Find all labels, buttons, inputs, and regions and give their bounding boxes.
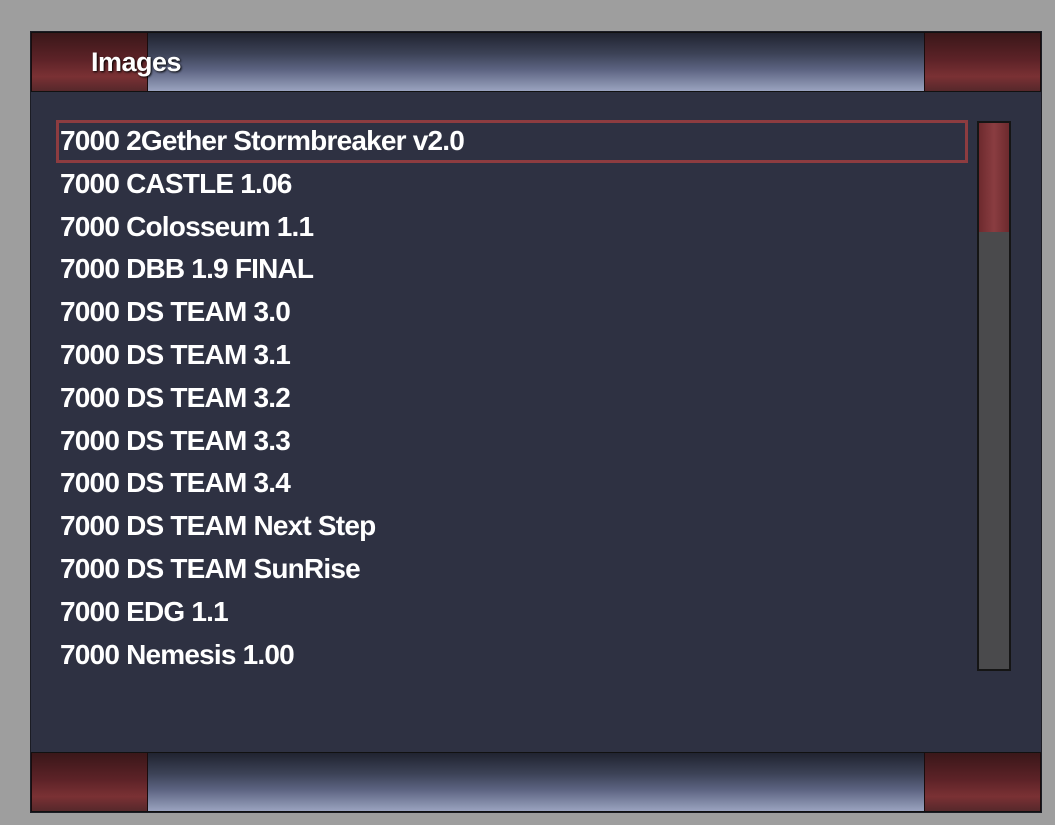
list-item[interactable]: 7000 2Gether Stormbreaker v2.0 <box>56 120 968 163</box>
footer-left-cap <box>31 753 148 811</box>
list-item[interactable]: 7000 Colosseum 1.1 <box>56 206 968 249</box>
header-right-cap <box>924 33 1041 91</box>
list-item[interactable]: 7000 DBB 1.9 FINAL <box>56 248 968 291</box>
list-item[interactable]: 7000 DS TEAM Next Step <box>56 505 968 548</box>
list-item[interactable]: 7000 DS TEAM 3.1 <box>56 334 968 377</box>
list-item[interactable]: 7000 EDG 1.1 <box>56 591 968 634</box>
images-list[interactable]: 7000 2Gether Stormbreaker v2.0 7000 CAST… <box>56 120 968 676</box>
list-scrollbar[interactable] <box>977 121 1011 671</box>
window-title: Images <box>91 47 182 77</box>
footer-bar <box>31 752 1041 812</box>
list-item[interactable]: 7000 DS TEAM 3.2 <box>56 377 968 420</box>
header-bar: Images <box>31 32 1041 92</box>
footer-right-cap <box>924 753 1041 811</box>
list-item[interactable]: 7000 DS TEAM SunRise <box>56 548 968 591</box>
list-item[interactable]: 7000 DS TEAM 3.0 <box>56 291 968 334</box>
scrollbar-thumb[interactable] <box>979 123 1009 233</box>
list-item[interactable]: 7000 DS TEAM 3.3 <box>56 420 968 463</box>
list-item[interactable]: 7000 CASTLE 1.06 <box>56 163 968 206</box>
list-item[interactable]: 7000 Nemesis 1.00 <box>56 634 968 677</box>
list-item[interactable]: 7000 DS TEAM 3.4 <box>56 462 968 505</box>
images-window: Images 7000 2Gether Stormbreaker v2.0 70… <box>30 31 1042 813</box>
